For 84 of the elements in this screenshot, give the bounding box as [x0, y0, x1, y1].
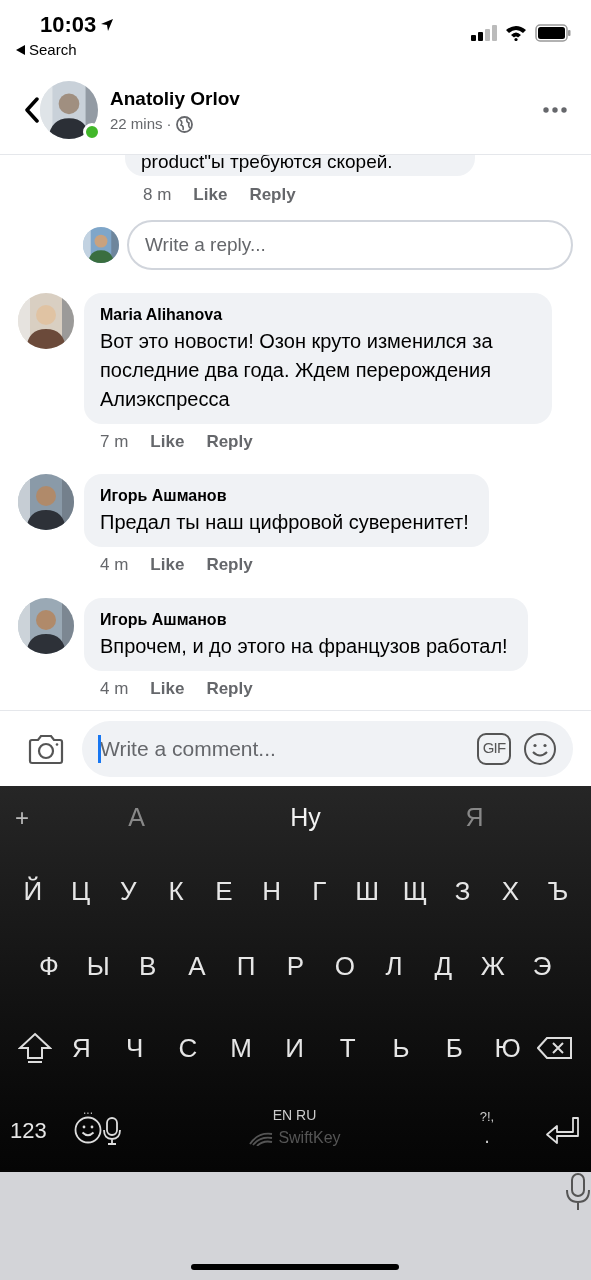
text-cursor — [98, 734, 101, 763]
letter-key[interactable]: Т — [323, 1028, 372, 1068]
letter-key[interactable]: Д — [419, 946, 468, 986]
comment-text: Впрочем, и до этого на французов работал! — [100, 633, 508, 659]
commenter-name[interactable]: Игорь Ашманов — [100, 607, 508, 632]
reply-link[interactable]: Reply — [206, 428, 253, 454]
reply-link[interactable]: Reply — [249, 182, 296, 208]
letter-key[interactable]: Ф — [25, 946, 73, 986]
comment-time: 7 m — [100, 430, 129, 453]
shift-key-icon[interactable] — [18, 1032, 52, 1064]
backspace-key-icon[interactable] — [536, 1036, 573, 1060]
letter-key[interactable]: Л — [370, 946, 419, 986]
comment-time: 4 m — [100, 677, 129, 700]
letter-key[interactable]: Я — [57, 1028, 106, 1068]
letter-key[interactable]: А — [172, 946, 221, 986]
commenter-name[interactable]: Maria Alihanova — [100, 302, 532, 327]
microphone-key-icon[interactable] — [102, 1116, 122, 1145]
location-arrow-icon — [100, 17, 115, 32]
letter-key[interactable]: Ю — [483, 1028, 532, 1068]
letter-key[interactable]: Е — [200, 872, 248, 911]
letter-key[interactable]: Р — [271, 946, 320, 986]
letter-key[interactable]: Г — [295, 872, 344, 911]
letter-key[interactable]: М — [217, 1028, 266, 1068]
letter-key[interactable]: Ж — [468, 946, 517, 986]
comment-time: 4 m — [100, 554, 129, 576]
more-options-icon[interactable] — [543, 107, 567, 113]
letter-key[interactable]: Ъ — [534, 872, 582, 911]
dictation-icon[interactable] — [565, 1172, 591, 1212]
letter-key[interactable]: Б — [430, 1028, 479, 1068]
word-suggestion[interactable]: Я — [390, 799, 559, 837]
letter-key[interactable]: Ц — [56, 872, 105, 911]
punctuation-key[interactable]: ?!, . — [467, 1106, 507, 1147]
letter-key[interactable]: О — [320, 946, 369, 986]
author-name[interactable]: Anatoliy Orlov — [110, 84, 543, 113]
letter-key[interactable]: Щ — [391, 872, 439, 911]
letter-key[interactable]: И — [270, 1028, 319, 1068]
letter-key[interactable]: В — [123, 946, 172, 986]
clock-time: 10:03 — [40, 11, 97, 39]
return-key-icon[interactable] — [545, 1115, 581, 1146]
letter-key[interactable]: Ш — [343, 872, 391, 911]
commenter-name[interactable]: Игорь Ашманов — [100, 484, 469, 508]
back-triangle-icon — [16, 45, 25, 56]
like-link[interactable]: Like — [193, 182, 228, 208]
post-time: 22 mins — [110, 114, 163, 134]
comment-time: 8 m — [143, 184, 172, 206]
like-link[interactable]: Like — [150, 552, 185, 578]
reply-link[interactable]: Reply — [206, 552, 253, 578]
like-link[interactable]: Like — [150, 428, 185, 454]
letter-key[interactable]: Ч — [110, 1028, 159, 1068]
word-suggestion[interactable]: Ну — [221, 799, 390, 837]
space-bar[interactable]: EN RU SwiftKey — [122, 1105, 467, 1150]
letter-key[interactable]: Э — [517, 946, 566, 986]
emoji-icon[interactable] — [523, 731, 557, 766]
keyboard-brand: SwiftKey — [278, 1128, 341, 1148]
signal-icon — [471, 25, 497, 41]
back-chevron-icon[interactable] — [24, 97, 40, 123]
add-key[interactable]: + — [12, 800, 32, 836]
letter-key[interactable]: Н — [247, 872, 296, 911]
letter-key[interactable]: Ь — [377, 1028, 426, 1068]
letter-key[interactable]: С — [163, 1028, 212, 1068]
letter-key[interactable]: К — [152, 872, 200, 911]
like-link[interactable]: Like — [150, 675, 185, 701]
comment-text: Предал ты наш цифровой суверенитет! — [100, 510, 469, 535]
reply-link[interactable]: Reply — [206, 675, 253, 701]
battery-icon — [535, 24, 571, 42]
separator-dot: · — [166, 114, 172, 134]
letter-key[interactable]: З — [438, 872, 487, 911]
reply-input-field[interactable]: Write a reply... — [127, 219, 573, 270]
camera-icon[interactable] — [28, 732, 64, 765]
more-hint: ... — [83, 1103, 93, 1116]
gif-button[interactable]: GIF — [477, 732, 511, 765]
letter-key[interactable]: П — [222, 946, 271, 986]
numbers-key[interactable]: 123 — [10, 1114, 56, 1147]
back-to-search-link[interactable]: Search — [16, 39, 115, 62]
letter-key[interactable]: Х — [486, 872, 535, 911]
comment-text: Вот это новости! Озон круто изменился за последние два года. Ждем перерождения Алиэкспресса — [100, 328, 494, 412]
globe-icon — [175, 115, 193, 133]
letter-key[interactable]: У — [104, 872, 153, 911]
word-suggestion[interactable]: А — [52, 799, 221, 837]
swirl-logo-icon — [248, 1130, 275, 1146]
wifi-icon — [505, 25, 527, 41]
letter-key[interactable]: Ы — [74, 946, 123, 986]
letter-key[interactable]: Й — [9, 872, 57, 911]
emoji-key-icon[interactable] — [74, 1115, 102, 1144]
